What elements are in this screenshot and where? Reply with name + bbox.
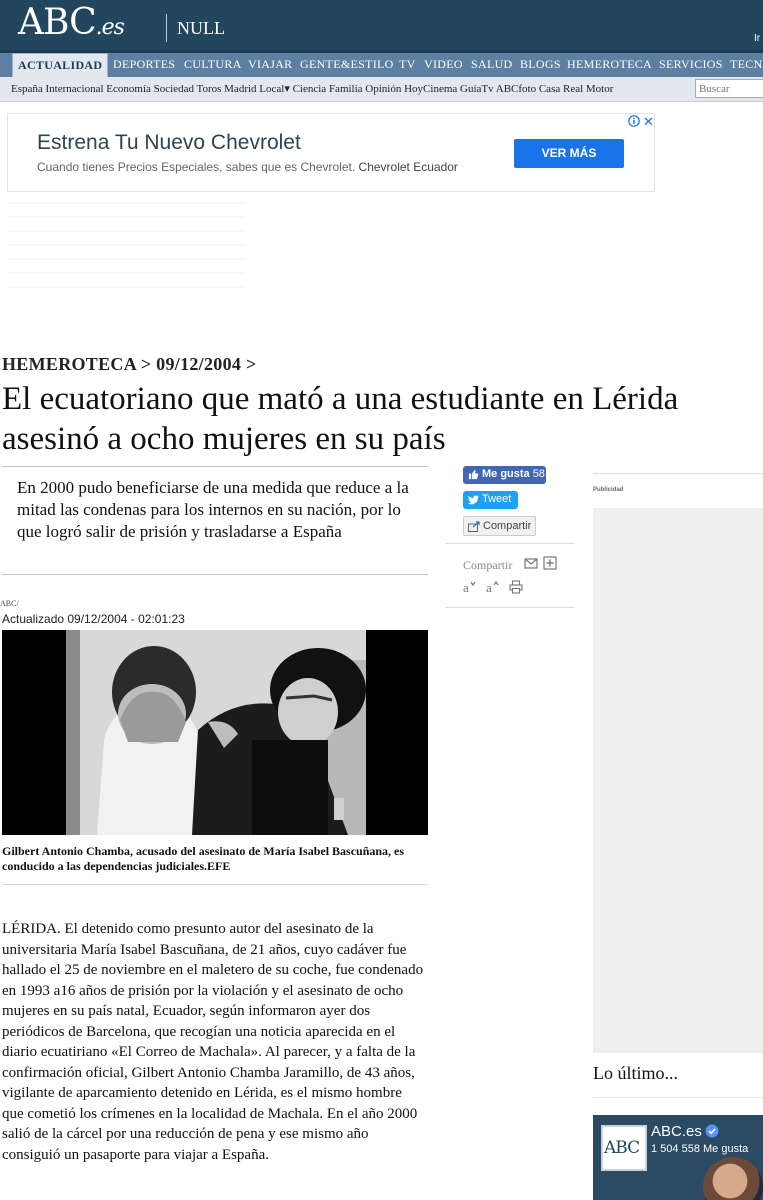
latest-news-title: Lo último... — [593, 1063, 678, 1083]
byline: ABC/ — [0, 599, 19, 608]
nav-item-tecno[interactable]: TECNO — [730, 57, 763, 72]
ad-advertiser: Chevrolet Ecuador — [358, 160, 458, 174]
fb-page-name[interactable]: ABC.es — [651, 1123, 719, 1140]
sidebar-divider — [593, 473, 763, 474]
latest-divider — [593, 1097, 763, 1098]
abc-logo[interactable]: ABC.es — [18, 2, 125, 43]
share-divider — [445, 543, 575, 544]
cover-photo — [703, 1157, 763, 1200]
facebook-page-widget[interactable]: ABC ABC.es 1 504 558 Me gusta — [593, 1115, 763, 1200]
twitter-bird-icon — [468, 495, 479, 505]
share-label: Compartir — [463, 558, 513, 572]
ir-link[interactable]: Ir — [754, 33, 760, 44]
article-photo[interactable] — [2, 630, 428, 835]
nav-item-actualidad[interactable]: ACTUALIDAD — [12, 53, 109, 77]
nav-item-gente-estilo[interactable]: GENTE&ESTILO — [300, 57, 394, 72]
nav-item-tv[interactable]: TV — [399, 57, 416, 72]
nav-item-servicios[interactable]: SERVICIOS — [659, 57, 723, 72]
nav-item-blogs[interactable]: BLOGS — [520, 57, 561, 72]
like-count: 58 — [532, 468, 545, 480]
ad-cta-button[interactable]: VER MÁS — [514, 139, 624, 168]
info-icon[interactable] — [628, 115, 640, 127]
section-name: NULL — [177, 18, 225, 38]
sidebar-ad-slot[interactable] — [593, 508, 763, 1053]
nav-item-deportes[interactable]: DEPORTES — [113, 57, 175, 72]
sub-nav-links[interactable]: España Internacional Economía Sociedad T… — [11, 82, 613, 95]
site-header: ABC.es NULL Ir — [0, 0, 763, 50]
increase-text-icon[interactable]: a — [485, 580, 499, 594]
lead-box: En 2000 pudo beneficiarse de una medida … — [2, 466, 428, 575]
ad-banner[interactable]: Estrena Tu Nuevo Chevrolet Cuando tienes… — [7, 113, 655, 192]
logo-divider — [166, 14, 167, 42]
photo-caption: Gilbert Antonio Chamba, acusado del ases… — [2, 844, 405, 873]
main-nav: ACTUALIDAD DEPORTES CULTURA VIAJAR GENTE… — [0, 50, 763, 77]
caption-divider — [2, 884, 428, 885]
breadcrumb[interactable]: HEMEROTECA > 09/12/2004 > — [2, 354, 257, 375]
plus-icon[interactable] — [543, 556, 557, 570]
close-icon[interactable]: ✕ — [643, 114, 654, 130]
sub-nav: España Internacional Economía Sociedad T… — [0, 77, 763, 102]
share-icon — [468, 521, 480, 532]
verified-icon — [705, 1124, 719, 1138]
share-button[interactable]: Compartir — [463, 516, 536, 536]
fb-page-likes: 1 504 558 Me gusta — [651, 1143, 749, 1155]
print-icon[interactable] — [509, 580, 523, 594]
article-headline: El ecuatoriano que mató a una estudiante… — [2, 381, 679, 457]
ad-label: Publicidad — [593, 487, 624, 493]
nav-item-video[interactable]: VIDEO — [424, 57, 463, 72]
ad-title[interactable]: Estrena Tu Nuevo Chevrolet — [37, 131, 301, 155]
nav-item-salud[interactable]: SALUD — [471, 57, 513, 72]
svg-text:a: a — [463, 580, 469, 594]
decrease-text-icon[interactable]: a — [462, 580, 476, 594]
updated-timestamp: Actualizado 09/12/2004 - 02:01:23 — [2, 612, 185, 626]
email-icon[interactable] — [524, 556, 538, 570]
article-body: LÉRIDA. El detenido como presunto autor … — [2, 921, 424, 1163]
faded-ad-ghost — [8, 198, 246, 288]
thumbs-up-icon — [468, 469, 479, 480]
svg-text:a: a — [486, 580, 492, 594]
search-input[interactable] — [695, 79, 763, 98]
abc-page-logo: ABC — [601, 1125, 647, 1171]
share-bottom-divider — [445, 607, 575, 608]
nav-item-cultura[interactable]: CULTURA — [184, 57, 242, 72]
article-lead: En 2000 pudo beneficiarse de una medida … — [17, 478, 409, 541]
ad-text: Cuando tienes Precios Especiales, sabes … — [37, 160, 458, 174]
nav-item-viajar[interactable]: VIAJAR — [248, 57, 292, 72]
facebook-like-button[interactable]: Me gusta 58 — [463, 466, 546, 484]
photo-illustration — [2, 630, 428, 835]
tweet-button[interactable]: Tweet — [463, 491, 518, 509]
nav-item-hemeroteca[interactable]: HEMEROTECA — [567, 57, 652, 72]
